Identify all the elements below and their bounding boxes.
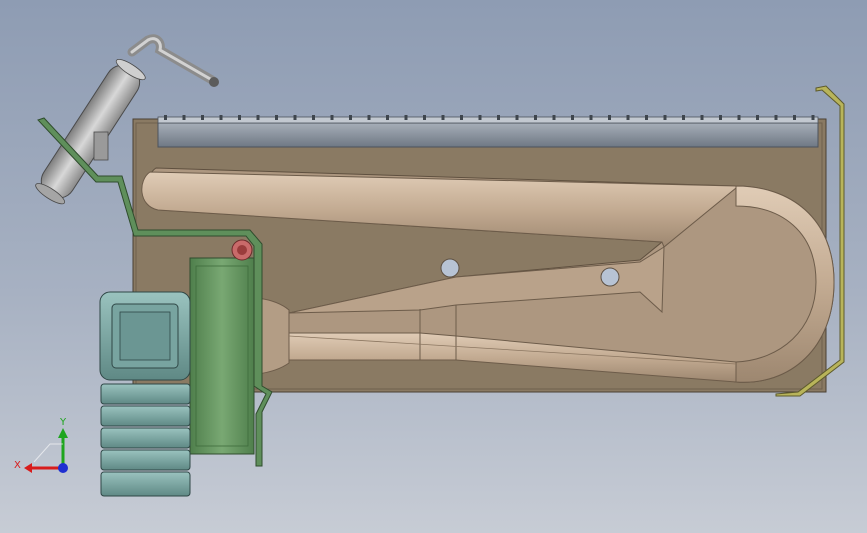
manifold-tooth (460, 115, 463, 120)
manifold-tooth (441, 115, 445, 120)
coupling-ring (100, 449, 191, 471)
manifold-tooth (182, 115, 186, 120)
manifold-tooth (349, 115, 352, 120)
manifold-tooth (275, 115, 278, 120)
manifold-tooth (423, 115, 426, 120)
x-axis-label: X (14, 460, 21, 471)
manifold-tooth (663, 115, 667, 120)
y-axis-arrow (58, 428, 68, 438)
manifold-tooth (700, 115, 704, 120)
coupling-ring (100, 383, 191, 405)
manifold-tooth (219, 115, 223, 120)
manifold-tooth (478, 115, 482, 120)
mount-hole-right[interactable] (600, 267, 620, 287)
manifold-tooth (645, 115, 648, 120)
triad-plane (33, 443, 63, 463)
manifold-tooth (367, 115, 371, 120)
manifold-tooth (497, 115, 500, 120)
manifold-tooth (201, 115, 204, 120)
igniter-clamp (93, 131, 109, 161)
manifold-tooth (330, 115, 334, 120)
fitting-bore (237, 245, 247, 255)
igniter-tip (209, 77, 219, 87)
manifold-tooth (756, 115, 759, 120)
manifold-tooth (737, 115, 741, 120)
tube-flare[interactable] (257, 297, 290, 375)
manifold-tooth (626, 115, 630, 120)
coupling-ring (100, 427, 191, 449)
manifold-tooth (312, 115, 315, 120)
assembly-drawing[interactable]: Y X (0, 0, 867, 533)
mount-hole-left[interactable] (440, 258, 460, 278)
manifold-tooth (719, 115, 722, 120)
manifold-rail[interactable] (157, 122, 819, 148)
coupling-ring (100, 405, 191, 427)
manifold-tooth (256, 115, 260, 120)
z-axis-dot (58, 463, 68, 473)
manifold-tooth (552, 115, 556, 120)
manifold-tooth (515, 115, 519, 120)
bracket-plate[interactable] (189, 257, 255, 455)
manifold-tooth (774, 115, 778, 120)
manifold-tooth (682, 115, 685, 120)
x-axis-arrow (24, 463, 32, 473)
flange-window-inner (119, 311, 171, 361)
manifold-tooth (386, 115, 389, 120)
manifold-tooth (534, 115, 537, 120)
y-axis-label: Y (59, 417, 67, 428)
manifold-tooth (793, 115, 796, 120)
coupling-ring (100, 471, 191, 497)
manifold-tooth (238, 115, 241, 120)
axis-triad: Y X (14, 417, 68, 473)
manifold-tooth (571, 115, 574, 120)
cad-viewport[interactable]: Y X (0, 0, 867, 533)
coupling-rings[interactable] (100, 383, 191, 497)
manifold-tooth (164, 115, 167, 120)
manifold-tooth (608, 115, 611, 120)
manifold-tooth (293, 115, 297, 120)
manifold-tooth (589, 115, 593, 120)
manifold-tooth (404, 115, 408, 120)
manifold-tooth (811, 115, 815, 120)
